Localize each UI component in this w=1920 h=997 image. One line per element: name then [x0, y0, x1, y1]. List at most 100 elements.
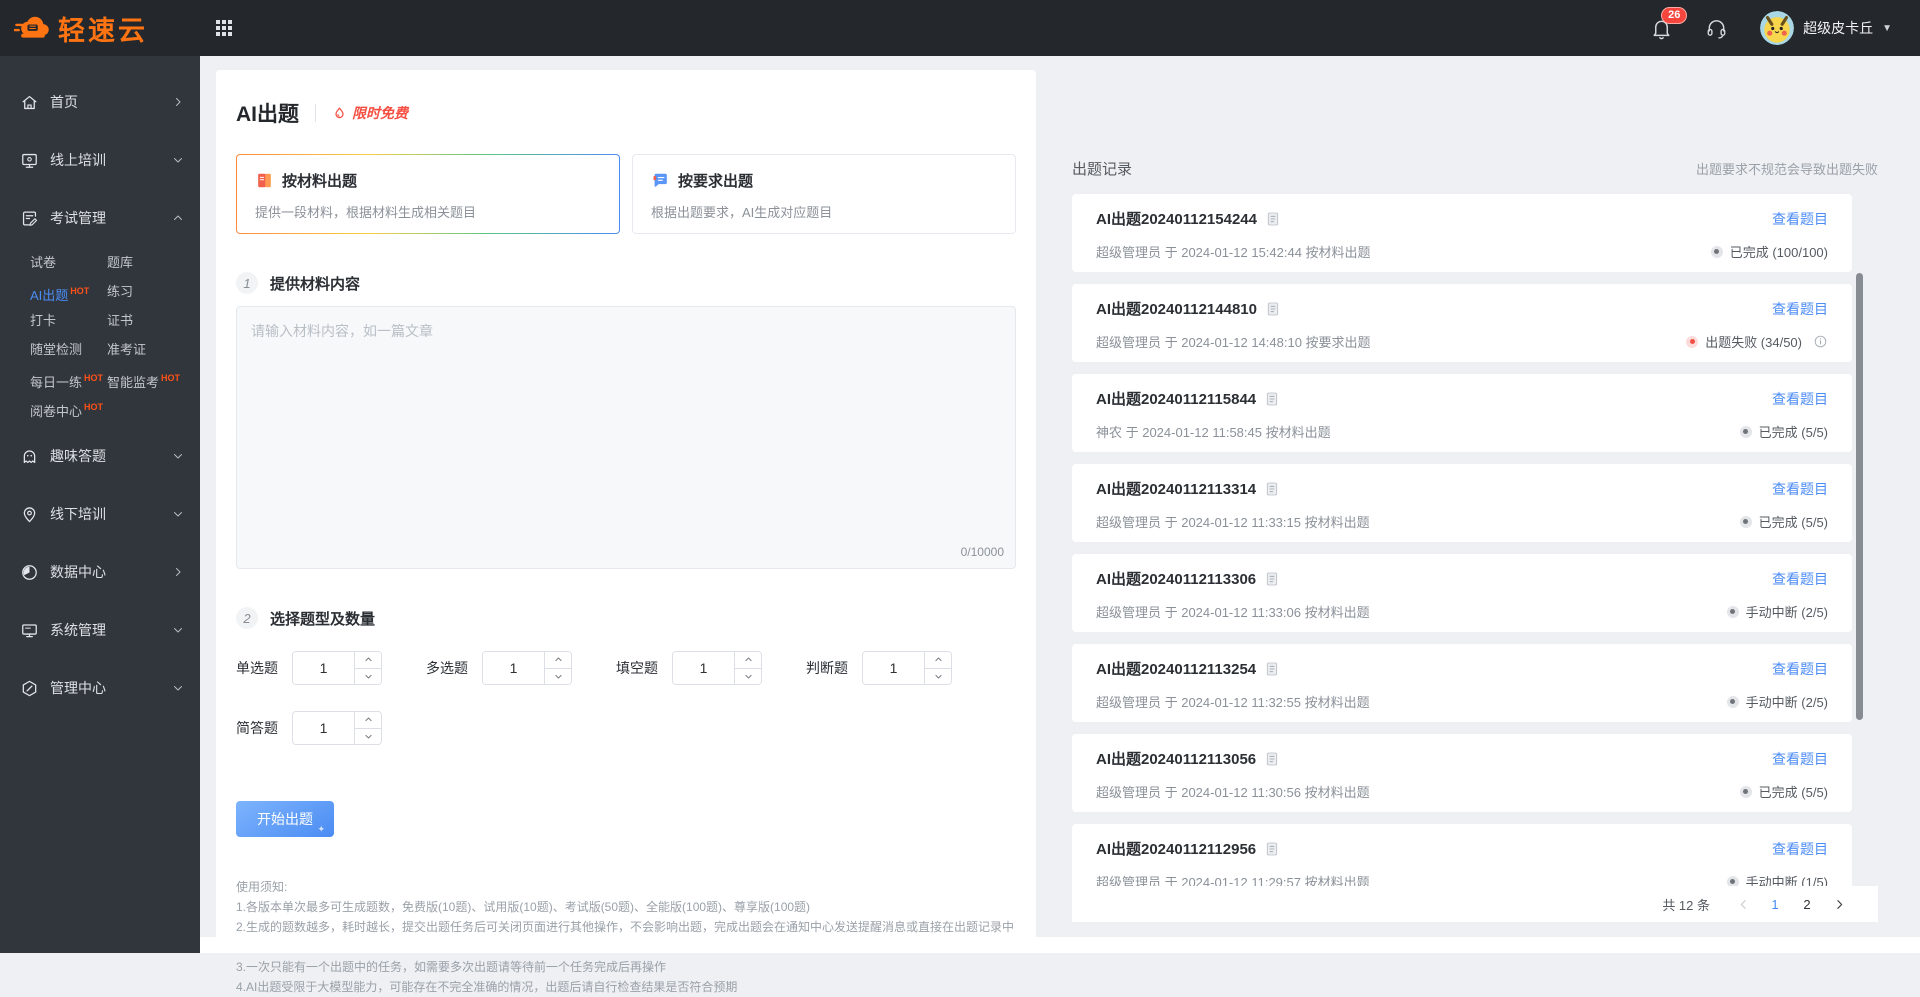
tab-by-material[interactable]: 按材料出题提供一段材料，根据材料生成相关题目 [236, 154, 620, 234]
sidebar-item-home[interactable]: 首页 [0, 78, 200, 126]
stepper-up-icon[interactable] [735, 652, 761, 669]
stepper-input-box [292, 651, 382, 685]
tab-title: 按材料出题 [255, 170, 601, 191]
view-questions-link[interactable]: 查看题目 [1772, 209, 1828, 229]
tab-by-requirement[interactable]: 按要求出题 根据出题要求，AI生成对应题目 [632, 154, 1016, 234]
stepper-up-icon[interactable] [545, 652, 571, 669]
usage-note-line-1: 1.各版本单次最多可生成题数，免费版(10题)、试用版(10题)、考试版(50题… [236, 900, 811, 914]
record-card: AI出题20240112113314 查看题目超级管理员 于 2024-01-12… [1072, 464, 1852, 542]
sidebar-subitem-practice[interactable]: 练习 [107, 277, 200, 306]
step2-title: 选择题型及数量 [270, 610, 376, 628]
material-textarea[interactable] [236, 306, 1016, 569]
stepper-short-answer-input[interactable] [293, 712, 354, 744]
flame-icon [332, 106, 347, 121]
view-questions-link[interactable]: 查看题目 [1772, 389, 1828, 409]
record-card: AI出题20240112113306 查看题目 超级管理员 于 2024-01-12… [1072, 554, 1852, 632]
view-questions-link[interactable]: 查看题目 [1772, 569, 1828, 589]
stepper-down-icon[interactable] [925, 668, 951, 684]
document-icon [1264, 841, 1280, 857]
stepper-single-choice-input[interactable] [293, 652, 354, 684]
record-card: AI出题20240112112956 查看题目 超级管理员 于 2024-01-12… [1072, 824, 1852, 894]
stepper-fill-blank-input[interactable] [673, 652, 734, 684]
pagination-prev-icon[interactable] [1730, 891, 1756, 917]
user-menu[interactable]: 超级皮卡丘 ▼ [1760, 11, 1892, 45]
sidebar-subitem-check-in[interactable]: 打卡 [30, 306, 107, 335]
sidebar-item-fun-quiz[interactable]: 趣味答题 [0, 432, 200, 480]
sidebar-subitem-daily-practice[interactable]: 每日一练 HOT [30, 364, 107, 393]
sidebar-item-label: 线上培训 [50, 152, 106, 168]
view-questions-link[interactable]: 查看题目 [1772, 479, 1828, 499]
chat-icon [651, 171, 670, 190]
status-dot [1739, 785, 1752, 798]
footer-strip [200, 937, 1920, 953]
stepper-multi-choice-input[interactable] [483, 652, 544, 684]
info-icon[interactable] [1813, 334, 1828, 349]
apps-grid-icon[interactable] [216, 20, 232, 36]
fun-quiz-icon [20, 447, 39, 466]
stepper-down-icon[interactable] [355, 728, 381, 744]
sidebar-item-system-management[interactable]: 系统管理 [0, 606, 200, 654]
tab-description: 根据出题要求，AI生成对应题目 [651, 205, 833, 220]
logo[interactable]: 轻速云 [0, 9, 200, 48]
pagination-page-2[interactable]: 2 [1794, 891, 1820, 917]
stepper-label: 多选题 [426, 660, 468, 676]
record-meta: 超级管理员 于 2024-01-12 11:33:15 按材料出题 [1096, 515, 1370, 530]
stepper-label: 填空题 [616, 660, 658, 676]
stepper-label: 判断题 [806, 660, 848, 676]
pagination-page-1[interactable]: 1 [1762, 891, 1788, 917]
record-card: AI出题20240112115844 查看题目 神农 于 2024-01-12 11… [1072, 374, 1852, 452]
sidebar-item-data-center[interactable]: 数据中心 [0, 548, 200, 596]
record-bottom-row: 超级管理员 于 2024-01-12 11:32:55 按材料出题 手动中断 (2… [1096, 692, 1828, 711]
tab-description: 提供一段材料，根据材料生成相关题目 [255, 205, 477, 220]
chevron-down-icon [172, 682, 184, 694]
records-scrollbar[interactable] [1856, 273, 1863, 720]
stepper-buttons [734, 652, 761, 684]
status-text: 出题失败 (34/50) [1705, 335, 1802, 350]
sidebar-item-exam-management[interactable]: 考试管理 [0, 194, 200, 242]
sidebar-subitem-question-bank[interactable]: 题库 [107, 248, 200, 277]
sidebar-subitem-ai-proctor[interactable]: 智能监考 HOT [107, 364, 200, 393]
stepper-label: 简答题 [236, 720, 278, 736]
chevron-down-icon [172, 624, 184, 636]
status-dot [1726, 695, 1739, 708]
view-questions-link[interactable]: 查看题目 [1772, 659, 1828, 679]
sidebar-subitem-papers[interactable]: 试卷 [30, 248, 107, 277]
stepper-down-icon[interactable] [545, 668, 571, 684]
pagination-next-icon[interactable] [1826, 891, 1852, 917]
stepper-true-false-input[interactable] [863, 652, 924, 684]
view-questions-link[interactable]: 查看题目 [1772, 749, 1828, 769]
stepper-down-icon[interactable] [735, 668, 761, 684]
sidebar-item-label: 数据中心 [50, 564, 106, 580]
sidebar-subitem-certificate[interactable]: 证书 [107, 306, 200, 335]
stepper-up-icon[interactable] [925, 652, 951, 669]
status-text: 已完成 (5/5) [1758, 785, 1828, 800]
view-questions-link[interactable]: 查看题目 [1772, 299, 1828, 319]
stepper-up-icon[interactable] [355, 712, 381, 729]
support-button[interactable] [1705, 17, 1728, 40]
sidebar-item-admin-center[interactable]: 管理中心 [0, 664, 200, 712]
record-name: AI出题20240112113056 [1096, 751, 1257, 768]
hot-badge: HOT [161, 373, 181, 383]
start-generate-button[interactable]: 开始出题 [236, 801, 334, 837]
sidebar-item-offline-training[interactable]: 线下培训 [0, 490, 200, 538]
notifications-button[interactable]: 26 [1650, 6, 1688, 40]
hot-badge: HOT [84, 373, 104, 383]
sidebar-subitem-grading-center[interactable]: 阅卷中心 HOT [30, 393, 107, 422]
stepper-up-icon[interactable] [355, 652, 381, 669]
chevron-right-icon [172, 566, 184, 578]
sidebar-subitem-ai-question[interactable]: AI出题 HOT [30, 277, 107, 306]
record-bottom-row: 超级管理员 于 2024-01-12 11:33:06 按材料出题 手动中断 (2… [1096, 602, 1828, 621]
status-text: 已完成 (5/5) [1758, 425, 1828, 440]
online-training-icon [20, 151, 39, 170]
sidebar-subitem-exam-permit[interactable]: 准考证 [107, 335, 200, 364]
sidebar-item-label: 考试管理 [50, 210, 106, 226]
view-questions-link[interactable]: 查看题目 [1772, 839, 1828, 859]
record-name: AI出题20240112113314 [1096, 481, 1257, 498]
stepper-down-icon[interactable] [355, 668, 381, 684]
record-meta: 超级管理员 于 2024-01-12 11:30:56 按材料出题 [1096, 785, 1370, 800]
record-top-row: AI出题20240112144810 查看题目 [1096, 298, 1828, 319]
sidebar-item-online-training[interactable]: 线上培训 [0, 136, 200, 184]
sidebar-subitem-class-quiz[interactable]: 随堂检测 [30, 335, 107, 364]
status-dot [1686, 335, 1699, 348]
document-icon [1264, 661, 1280, 677]
